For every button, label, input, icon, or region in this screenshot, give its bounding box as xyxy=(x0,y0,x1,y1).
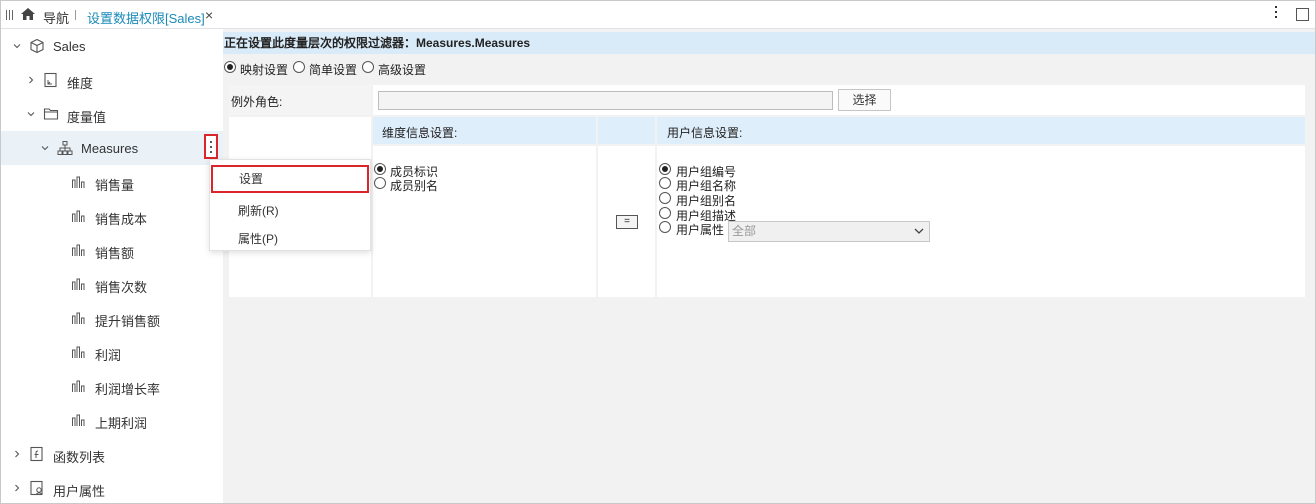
menu-item-properties[interactable]: 属性(P) xyxy=(210,225,370,253)
tree-node-measure-item[interactable]: 提升销售额 xyxy=(1,301,223,335)
user-header-cell xyxy=(657,117,1305,144)
tree-node-measure-item[interactable]: 销售次数 xyxy=(1,267,223,301)
tree-label: 上期利润 xyxy=(95,416,148,431)
top-tab-bar: 导航 设置数据权限[Sales] × xyxy=(1,1,1315,29)
bar-chart-icon xyxy=(72,346,85,358)
more-options-icon[interactable] xyxy=(1273,6,1279,22)
bar-chart-icon xyxy=(72,176,85,188)
tree-label: 函数列表 xyxy=(53,450,106,465)
operator-header-cell xyxy=(598,117,655,144)
chevron-down-icon[interactable] xyxy=(41,144,49,152)
radio-group-description[interactable] xyxy=(659,207,671,219)
bar-chart-icon xyxy=(72,278,85,290)
tree-node-measure-item[interactable]: 销售量 xyxy=(1,165,223,199)
radio-group-name[interactable] xyxy=(659,177,671,189)
folder-icon xyxy=(43,108,59,120)
tab-permission-settings[interactable]: 设置数据权限[Sales] xyxy=(87,8,205,27)
tree-label: 销售次数 xyxy=(95,280,148,295)
user-info-header: 用户信息设置: xyxy=(667,126,743,140)
chevron-right-icon[interactable] xyxy=(13,484,21,492)
radio-label: 用户属性 xyxy=(676,223,725,237)
radio-simple-mode[interactable] xyxy=(293,61,305,73)
chevron-down-icon xyxy=(914,228,924,234)
drag-handle-icon[interactable] xyxy=(6,10,14,20)
tree-node-sales[interactable]: Sales xyxy=(1,29,223,63)
radio-label: 高级设置 xyxy=(378,63,427,77)
tree-label: 用户属性 xyxy=(53,484,106,499)
radio-member-id[interactable] xyxy=(374,163,386,175)
radio-advanced-mode[interactable] xyxy=(362,61,374,73)
cube-icon xyxy=(30,38,44,54)
radio-group-alias[interactable] xyxy=(659,192,671,204)
radio-member-alias[interactable] xyxy=(374,177,386,189)
bar-chart-icon xyxy=(72,244,85,256)
tree-node-measure-item[interactable]: 销售额 xyxy=(1,233,223,267)
tree-node-measure-item[interactable]: 上期利润 xyxy=(1,403,223,437)
app-window: 导航 设置数据权限[Sales] × Sales 维度 度量值 Measures… xyxy=(0,0,1316,504)
tree-node-measures-group[interactable]: 度量值 xyxy=(1,97,223,131)
tree-node-functions[interactable]: 函数列表 xyxy=(1,437,223,471)
hierarchy-icon xyxy=(57,141,73,155)
select-value: 全部 xyxy=(732,224,757,238)
tree-label: 销售量 xyxy=(95,178,135,193)
radio-mapping-mode[interactable] xyxy=(224,61,236,73)
nav-label[interactable]: 导航 xyxy=(43,8,69,27)
tree-label: Measures xyxy=(81,141,139,156)
bar-chart-icon xyxy=(72,380,85,392)
select-role-button[interactable]: 选择 xyxy=(838,89,891,111)
bar-chart-icon xyxy=(72,414,85,426)
chevron-right-icon[interactable] xyxy=(27,76,35,84)
menu-item-settings[interactable]: 设置 xyxy=(211,165,369,193)
tree-node-measure-item[interactable]: 利润 xyxy=(1,335,223,369)
tree-node-measures[interactable]: Measures xyxy=(1,131,223,165)
radio-label: 映射设置 xyxy=(240,63,289,77)
user-attribute-select[interactable]: 全部 xyxy=(728,221,930,242)
dim-info-header: 维度信息设置: xyxy=(382,126,458,140)
chevron-down-icon[interactable] xyxy=(13,42,21,50)
exception-role-label: 例外角色: xyxy=(231,95,283,109)
radio-label: 简单设置 xyxy=(309,63,358,77)
tab-separator xyxy=(75,10,76,20)
tree-label: 利润增长率 xyxy=(95,382,161,397)
user-attribute-icon xyxy=(30,480,43,496)
maximize-icon[interactable] xyxy=(1296,8,1309,21)
tree-node-measure-item[interactable]: 销售成本 xyxy=(1,199,223,233)
radio-user-attribute[interactable] xyxy=(659,221,671,233)
tree-label: 提升销售额 xyxy=(95,314,161,329)
tree-node-dimension[interactable]: 维度 xyxy=(1,63,223,97)
panel-header: 正在设置此度量层次的权限过滤器：Measures.Measures xyxy=(223,32,1315,54)
menu-item-refresh[interactable]: 刷新(R) xyxy=(210,197,370,225)
tree-node-user-attributes[interactable]: 用户属性 xyxy=(1,471,223,504)
chevron-right-icon[interactable] xyxy=(13,450,21,458)
tree-label: 维度 xyxy=(67,76,94,91)
tree-node-measure-item[interactable]: 利润增长率 xyxy=(1,369,223,403)
radio-group-id[interactable] xyxy=(659,163,671,175)
node-menu-icon[interactable] xyxy=(204,134,218,159)
bar-chart-icon xyxy=(72,210,85,222)
function-list-icon xyxy=(30,446,43,462)
tree-label: 销售额 xyxy=(95,246,135,261)
dimension-icon xyxy=(44,72,57,88)
tree-label: Sales xyxy=(53,39,86,54)
tree-label: 度量值 xyxy=(67,110,107,125)
permission-panel: 正在设置此度量层次的权限过滤器：Measures.Measures 映射设置 简… xyxy=(223,29,1315,503)
radio-label: 成员别名 xyxy=(390,179,439,193)
close-tab-icon[interactable]: × xyxy=(205,7,217,23)
tree-label: 销售成本 xyxy=(95,212,148,227)
bar-chart-icon xyxy=(72,312,85,324)
equals-operator[interactable]: = xyxy=(616,215,638,229)
home-icon[interactable] xyxy=(20,7,36,21)
tree-label: 利润 xyxy=(95,348,122,363)
exception-role-input[interactable] xyxy=(378,91,833,110)
chevron-down-icon[interactable] xyxy=(27,110,35,118)
resource-tree: Sales 维度 度量值 Measures 销售量 销售成本 销售额 销售次数 … xyxy=(1,29,223,503)
context-menu: 设置 刷新(R) 属性(P) xyxy=(209,159,371,251)
